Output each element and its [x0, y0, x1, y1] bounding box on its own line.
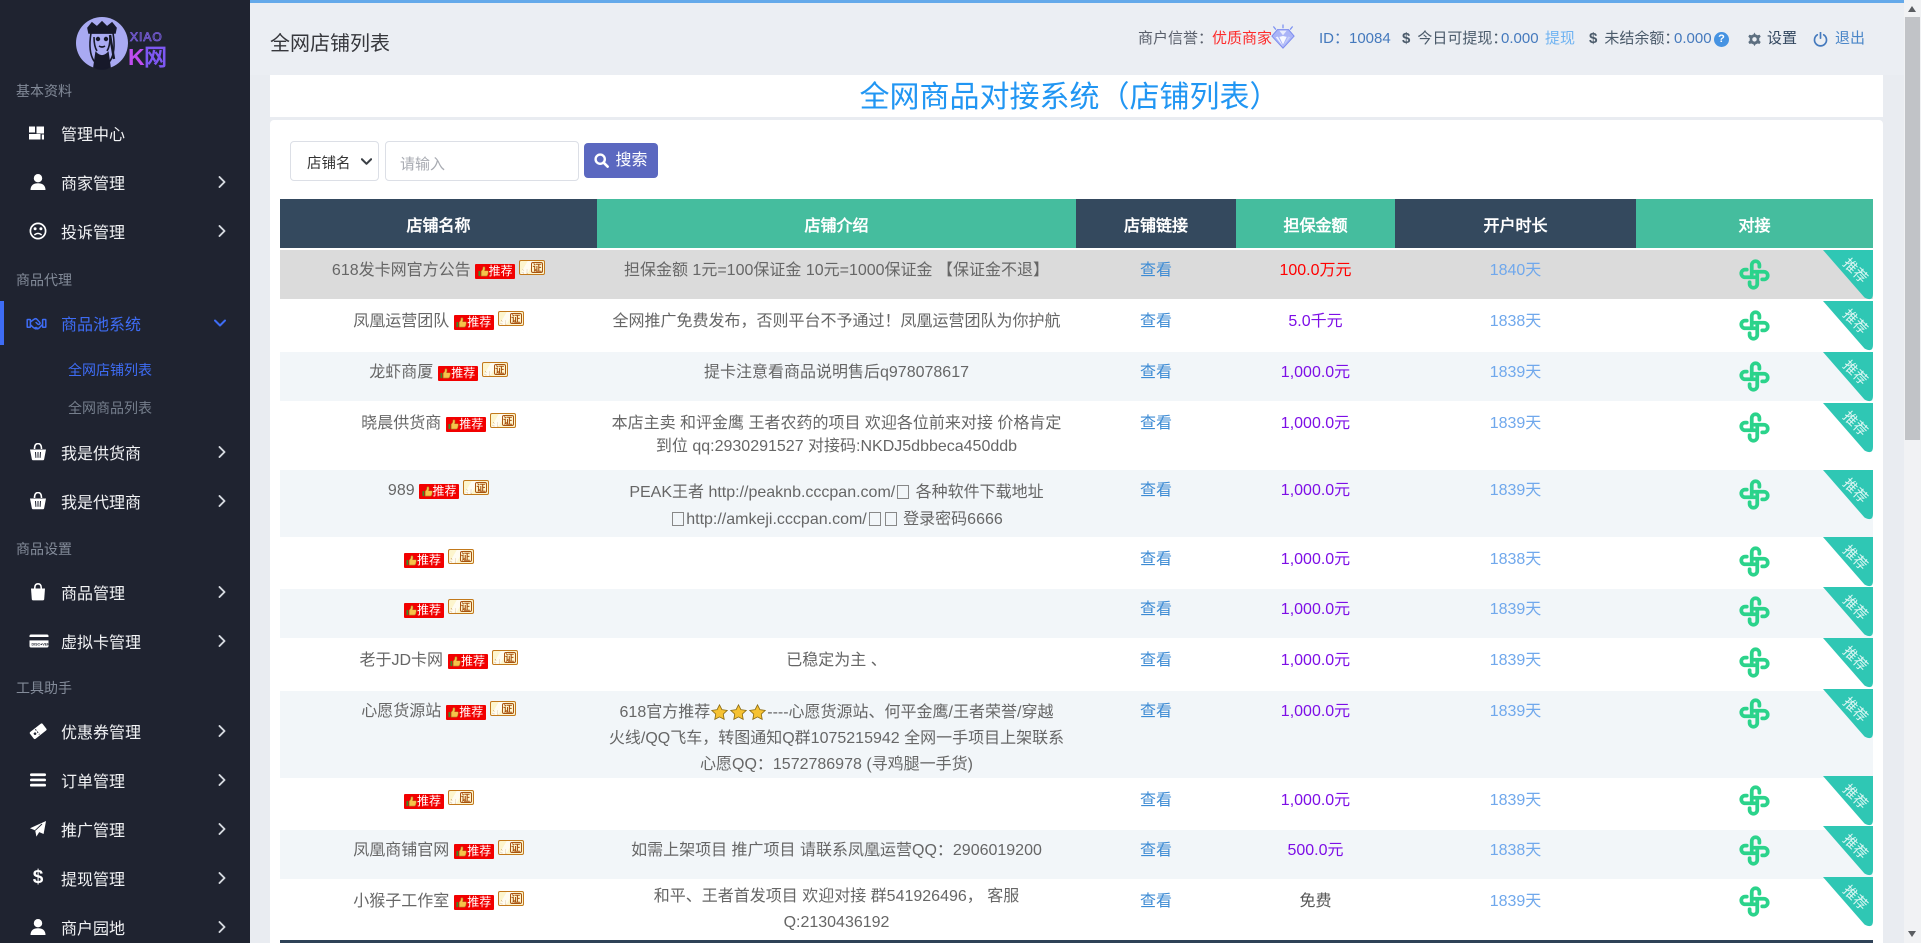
svg-text:K: K	[128, 44, 145, 70]
svg-text:DISC●VER: DISC●VER	[32, 642, 50, 646]
svg-text:网: 网	[144, 44, 167, 70]
svg-text:XIAO: XIAO	[130, 30, 163, 44]
